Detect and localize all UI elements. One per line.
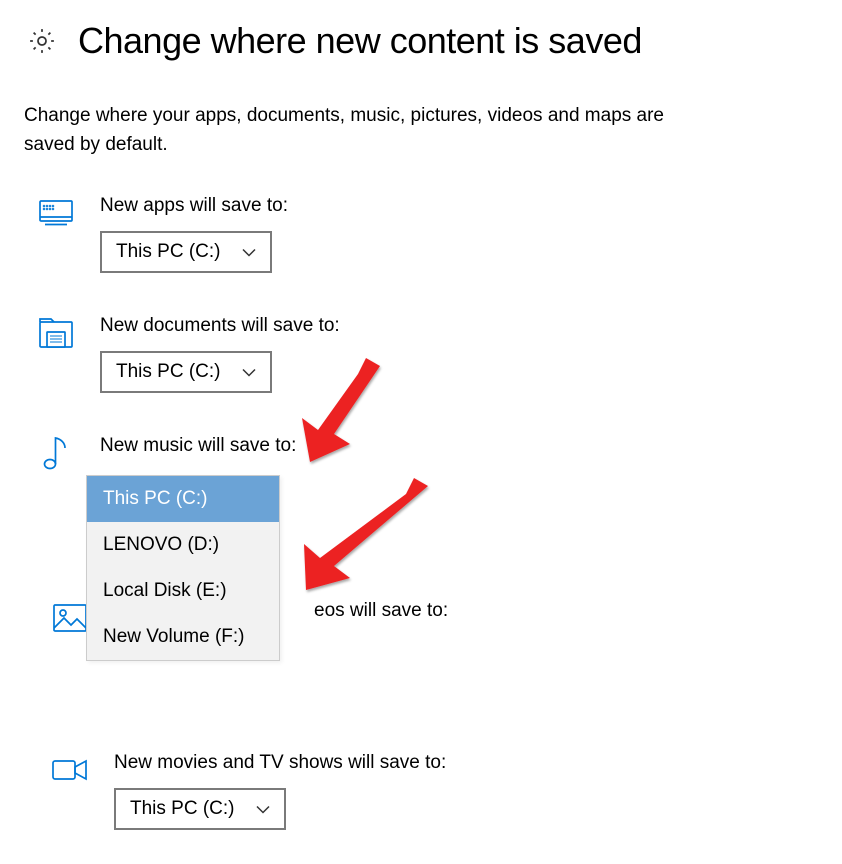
apps-icon — [38, 195, 74, 231]
photos-icon — [52, 600, 88, 636]
music-option-1[interactable]: LENOVO (D:) — [87, 522, 279, 568]
music-dropdown[interactable]: This PC (C:) LENOVO (D:) Local Disk (E:)… — [86, 475, 280, 661]
chevron-down-icon — [242, 361, 256, 383]
music-label: New music will save to: — [100, 435, 818, 457]
gear-icon — [24, 23, 60, 59]
setting-apps: New apps will save to: This PC (C:) — [24, 195, 818, 273]
documents-select-value: This PC (C:) — [116, 361, 221, 383]
music-option-3[interactable]: New Volume (F:) — [87, 614, 279, 660]
page-title: Change where new content is saved — [78, 20, 642, 62]
documents-icon — [38, 315, 74, 351]
movies-tv-select-value: This PC (C:) — [130, 798, 235, 820]
setting-music: New music will save to: This PC (C:) LEN… — [24, 435, 818, 471]
annotation-arrow-2-icon — [296, 478, 436, 603]
music-icon — [38, 435, 74, 471]
apps-label: New apps will save to: — [100, 195, 818, 217]
apps-select[interactable]: This PC (C:) — [100, 231, 272, 273]
documents-select[interactable]: This PC (C:) — [100, 351, 272, 393]
movies-tv-label: New movies and TV shows will save to: — [114, 752, 752, 774]
photos-videos-label: eos will save to: — [314, 600, 752, 622]
video-camera-icon — [52, 752, 88, 788]
music-option-0[interactable]: This PC (C:) — [87, 476, 279, 522]
music-option-2[interactable]: Local Disk (E:) — [87, 568, 279, 614]
chevron-down-icon — [242, 241, 256, 263]
apps-select-value: This PC (C:) — [116, 241, 221, 263]
page-header: Change where new content is saved — [24, 20, 818, 62]
setting-documents: New documents will save to: This PC (C:) — [24, 315, 818, 393]
documents-label: New documents will save to: — [100, 315, 818, 337]
page-description: Change where your apps, documents, music… — [24, 102, 704, 159]
chevron-down-icon — [256, 798, 270, 820]
movies-tv-select[interactable]: This PC (C:) — [114, 788, 286, 830]
setting-movies-tv: New movies and TV shows will save to: Th… — [38, 752, 752, 830]
